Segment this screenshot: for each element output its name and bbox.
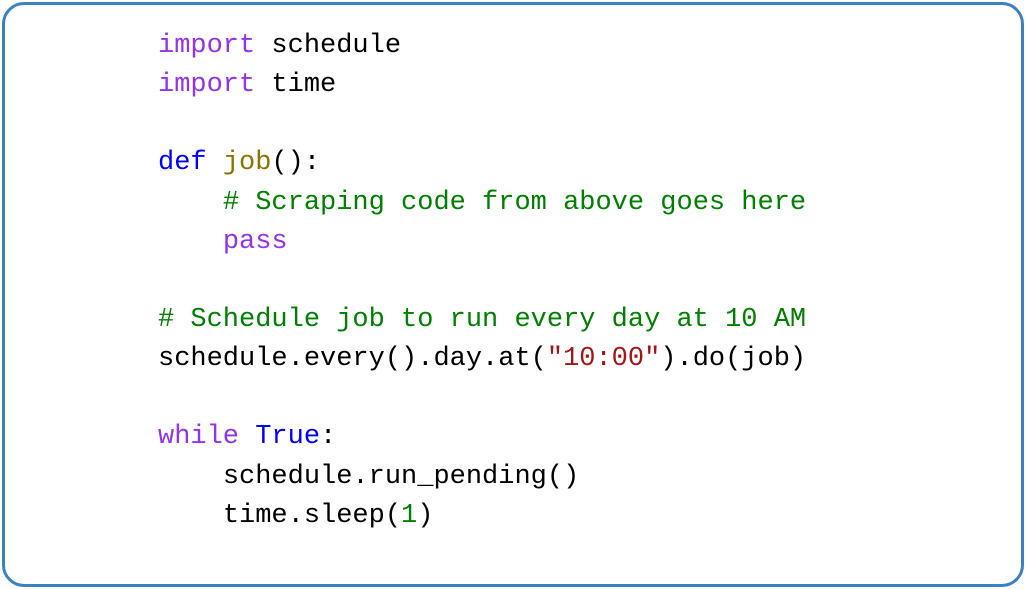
- space: [207, 148, 223, 178]
- space: [239, 422, 255, 452]
- indent: [158, 462, 223, 492]
- parens: ():: [271, 148, 320, 178]
- code-text: time.sleep(: [223, 501, 401, 531]
- code-line-2: import time: [158, 70, 336, 100]
- code-line-1: import schedule: [158, 31, 401, 61]
- string-literal: "10:00": [547, 344, 660, 374]
- code-block: import schedule import time def job(): #…: [33, 27, 993, 536]
- code-text: ).do(job): [660, 344, 806, 374]
- keyword-def: def: [158, 148, 207, 178]
- indent: [158, 227, 223, 257]
- comment: # Schedule job to run every day at 10 AM: [158, 305, 806, 335]
- indent: [158, 188, 223, 218]
- keyword-true: True: [255, 422, 320, 452]
- code-text: schedule.run_pending(): [223, 462, 579, 492]
- keyword-while: while: [158, 422, 239, 452]
- colon: :: [320, 422, 336, 452]
- code-line-8: # Schedule job to run every day at 10 AM: [158, 305, 806, 335]
- indent: [158, 501, 223, 531]
- code-line-5: # Scraping code from above goes here: [158, 188, 806, 218]
- code-line-4: def job():: [158, 148, 320, 178]
- code-container: import schedule import time def job(): #…: [2, 2, 1024, 587]
- module-name: schedule: [255, 31, 401, 61]
- code-line-12: schedule.run_pending(): [158, 462, 579, 492]
- number-literal: 1: [401, 501, 417, 531]
- keyword-import: import: [158, 70, 255, 100]
- keyword-import: import: [158, 31, 255, 61]
- code-line-9: schedule.every().day.at("10:00").do(job): [158, 344, 806, 374]
- comment: # Scraping code from above goes here: [223, 188, 806, 218]
- code-text: schedule.every().day.at(: [158, 344, 547, 374]
- code-line-6: pass: [158, 227, 288, 257]
- code-text: ): [417, 501, 433, 531]
- function-name: job: [223, 148, 272, 178]
- code-line-11: while True:: [158, 422, 336, 452]
- module-name: time: [255, 70, 336, 100]
- code-line-13: time.sleep(1): [158, 501, 433, 531]
- keyword-pass: pass: [223, 227, 288, 257]
